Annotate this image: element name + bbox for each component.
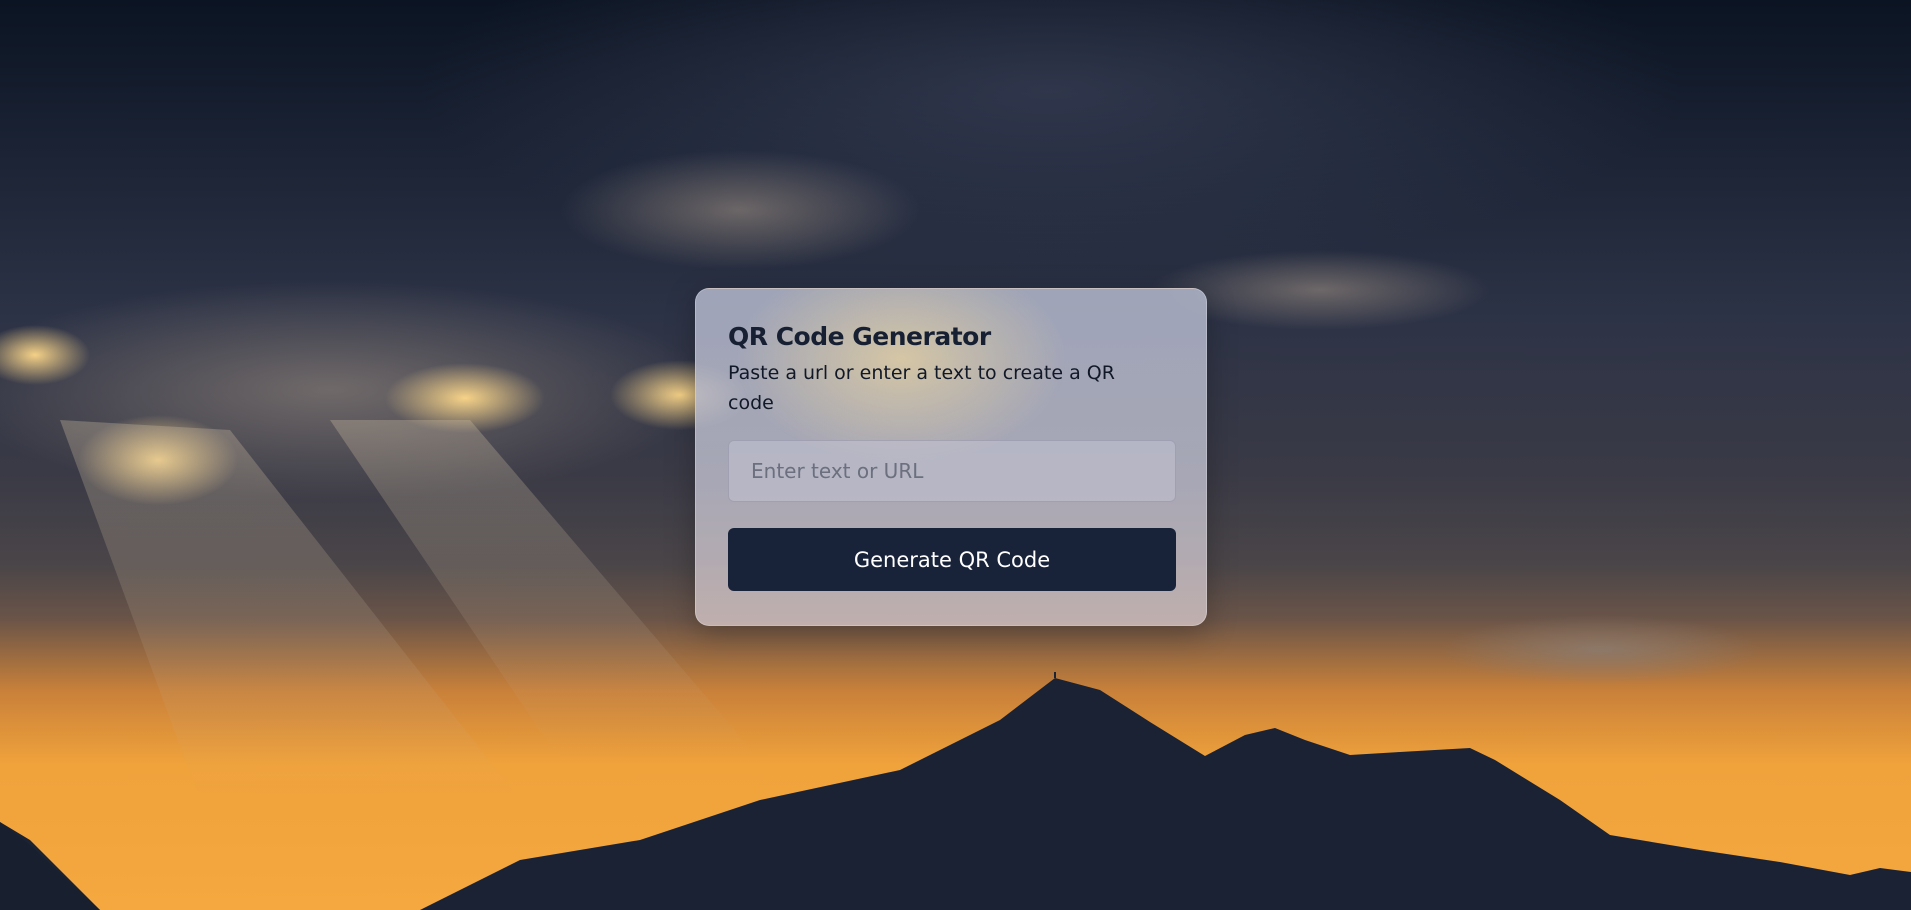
text-url-input[interactable]	[728, 440, 1176, 503]
page-title: QR Code Generator	[728, 322, 991, 351]
qr-generator-card: QR Code Generator Paste a url or enter a…	[695, 288, 1207, 626]
generate-qr-code-button[interactable]: Generate QR Code	[728, 528, 1176, 592]
page-subtitle: Paste a url or enter a text to create a …	[728, 362, 1115, 415]
background-scene: QR Code Generator Paste a url or enter a…	[0, 0, 1911, 910]
